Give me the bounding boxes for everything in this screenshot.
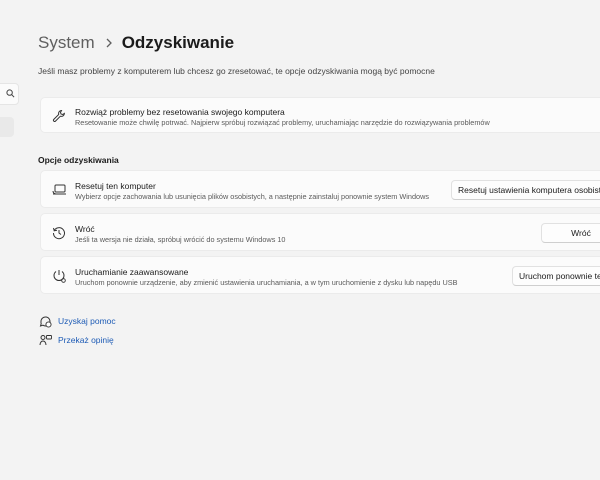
give-feedback-link[interactable]: Przekaż opinię [38,333,114,347]
reset-pc-icon [51,182,67,198]
option-advanced-startup: Uruchamianie zaawansowane Uruchom ponown… [40,256,600,294]
page-title: Odzyskiwanie [121,33,235,52]
advanced-startup-icon [51,268,67,284]
page-subtitle: Jeśli masz problemy z komputerem lub chc… [38,66,435,76]
history-icon [51,225,67,241]
option-go-back-description: Jeśli ta wersja nie działa, spróbuj wróc… [75,235,286,244]
go-back-button[interactable]: Wróć [541,223,600,243]
option-reset-pc: Resetuj ten komputer Wybierz opcje zacho… [40,170,600,208]
get-help-label: Uzyskaj pomoc [58,316,116,326]
troubleshoot-description: Resetowanie może chwilę potrwać. Najpier… [75,118,490,127]
troubleshoot-title: Rozwiąż problemy bez resetowania swojego… [75,107,285,117]
breadcrumb-parent[interactable]: System [38,33,95,53]
option-go-back-title: Wróć [75,224,95,234]
get-help-link[interactable]: Uzyskaj pomoc [38,314,116,328]
troubleshoot-card[interactable]: Rozwiąż problemy bez resetowania swojego… [40,97,600,133]
option-reset-title: Resetuj ten komputer [75,181,156,191]
sidebar-search-box[interactable] [0,83,19,105]
option-advanced-title: Uruchamianie zaawansowane [75,267,189,277]
restart-now-button[interactable]: Uruchom ponownie teraz [512,266,600,286]
reset-pc-button[interactable]: Resetuj ustawienia komputera osobistego [451,180,600,200]
feedback-icon [38,333,52,347]
option-advanced-description: Uruchom ponownie urządzenie, aby zmienić… [75,278,458,287]
search-icon [6,85,15,103]
chevron-right-icon [105,38,113,48]
wrench-icon [51,108,67,124]
sidebar-selected-item[interactable] [0,117,14,137]
help-icon [38,314,52,328]
option-reset-description: Wybierz opcje zachowania lub usunięcia p… [75,192,430,201]
section-title: Opcje odzyskiwania [38,155,119,165]
breadcrumb: System Odzyskiwanie [38,33,234,53]
give-feedback-label: Przekaż opinię [58,335,114,345]
option-go-back: Wróć Jeśli ta wersja nie działa, spróbuj… [40,213,600,251]
